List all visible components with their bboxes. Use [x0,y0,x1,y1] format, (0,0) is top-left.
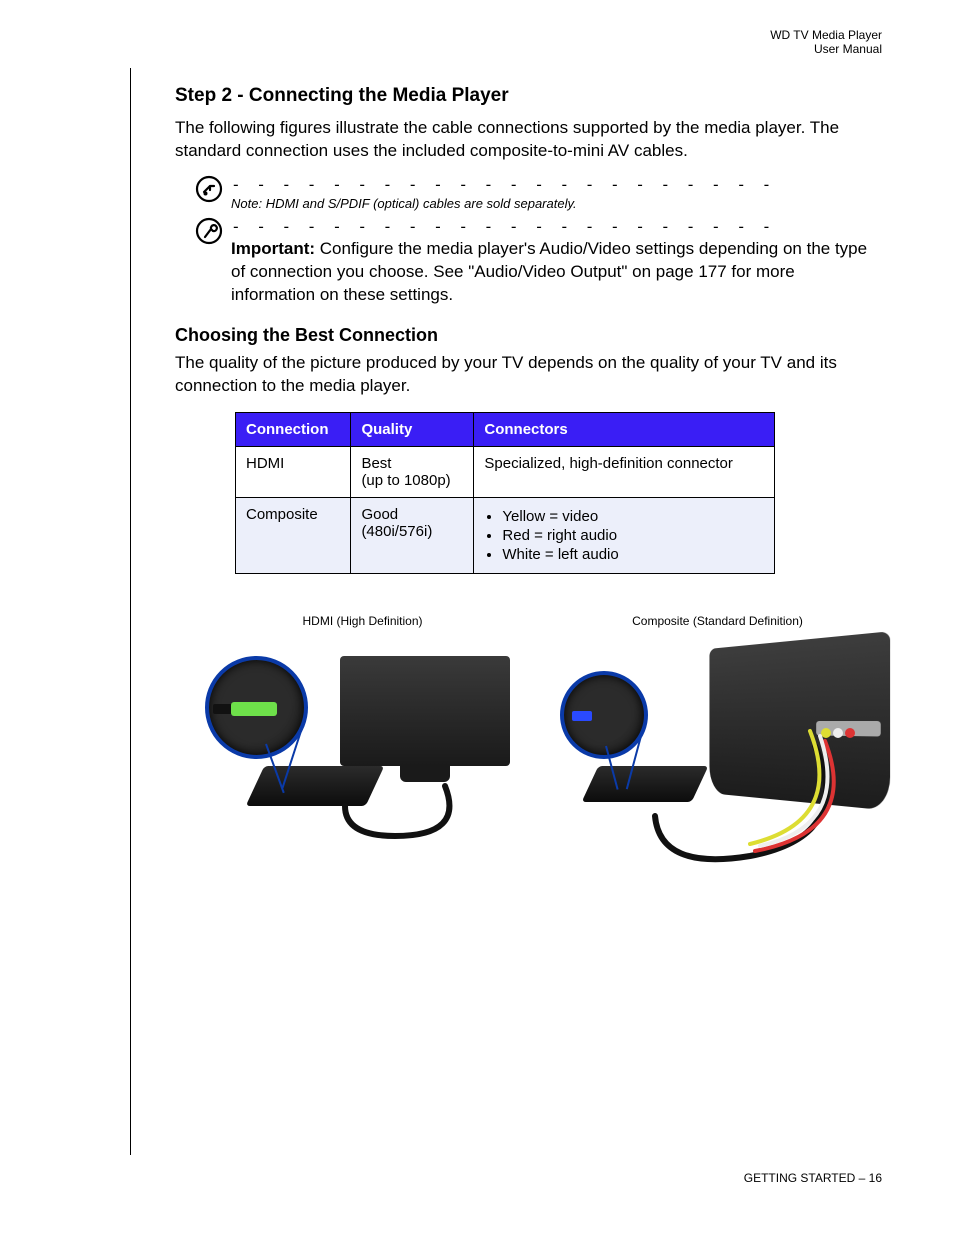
note-icon [195,175,223,203]
footer-section: GETTING STARTED [744,1171,856,1185]
figure-composite-caption: Composite (Standard Definition) [560,614,875,628]
note-callout: - - - - - - - - - - - - - - - - - - - - … [195,175,875,211]
page-content: Step 2 - Connecting the Media Player The… [175,85,875,866]
important-text: Important: Configure the media player's … [231,238,875,307]
important-label: Important: [231,239,315,258]
vertical-rule [130,68,131,1155]
doc-header-line1: WD TV Media Player [770,28,882,42]
list-item: Red = right audio [502,527,764,544]
page-footer: GETTING STARTED – 16 [744,1171,882,1185]
cell-quality: Best (up to 1080p) [351,446,474,497]
cell-connection: Composite [236,497,351,573]
dash-divider: - - - - - - - - - - - - - - - - - - - - … [231,219,875,235]
dash-divider: - - - - - - - - - - - - - - - - - - - - … [231,177,875,193]
figure-composite-image [560,636,875,866]
doc-header: WD TV Media Player User Manual [770,28,882,57]
figure-hdmi: HDMI (High Definition) [205,614,520,866]
th-connection: Connection [236,412,351,446]
cell-connection: HDMI [236,446,351,497]
cell-connectors: Specialized, high-definition connector [474,446,775,497]
choosing-title: Choosing the Best Connection [175,325,875,346]
th-quality: Quality [351,412,474,446]
list-item: Yellow = video [502,508,764,525]
figure-hdmi-image [205,636,520,866]
step-intro: The following figures illustrate the cab… [175,117,875,163]
figures-row: HDMI (High Definition) Composite (Standa… [205,614,875,866]
footer-page: 16 [869,1171,882,1185]
note-text: Note: HDMI and S/PDIF (optical) cables a… [231,196,875,211]
important-icon [195,217,223,245]
list-item: White = left audio [502,546,764,563]
note-label: Note [231,196,258,211]
footer-sep: – [855,1171,868,1185]
table-row: Composite Good (480i/576i) Yellow = vide… [236,497,775,573]
figure-hdmi-caption: HDMI (High Definition) [205,614,520,628]
step-title: Step 2 - Connecting the Media Player [175,85,875,107]
cell-quality: Good (480i/576i) [351,497,474,573]
note-body: : HDMI and S/PDIF (optical) cables are s… [258,196,576,211]
important-body: Configure the media player's Audio/Video… [231,239,867,304]
table-row: HDMI Best (up to 1080p) Specialized, hig… [236,446,775,497]
doc-header-line2: User Manual [770,42,882,56]
figure-composite: Composite (Standard Definition) [560,614,875,866]
important-callout: - - - - - - - - - - - - - - - - - - - - … [195,217,875,307]
cell-connectors: Yellow = video Red = right audio White =… [474,497,775,573]
connection-table: Connection Quality Connectors HDMI Best … [235,412,775,574]
choosing-intro: The quality of the picture produced by y… [175,352,875,398]
th-connectors: Connectors [474,412,775,446]
